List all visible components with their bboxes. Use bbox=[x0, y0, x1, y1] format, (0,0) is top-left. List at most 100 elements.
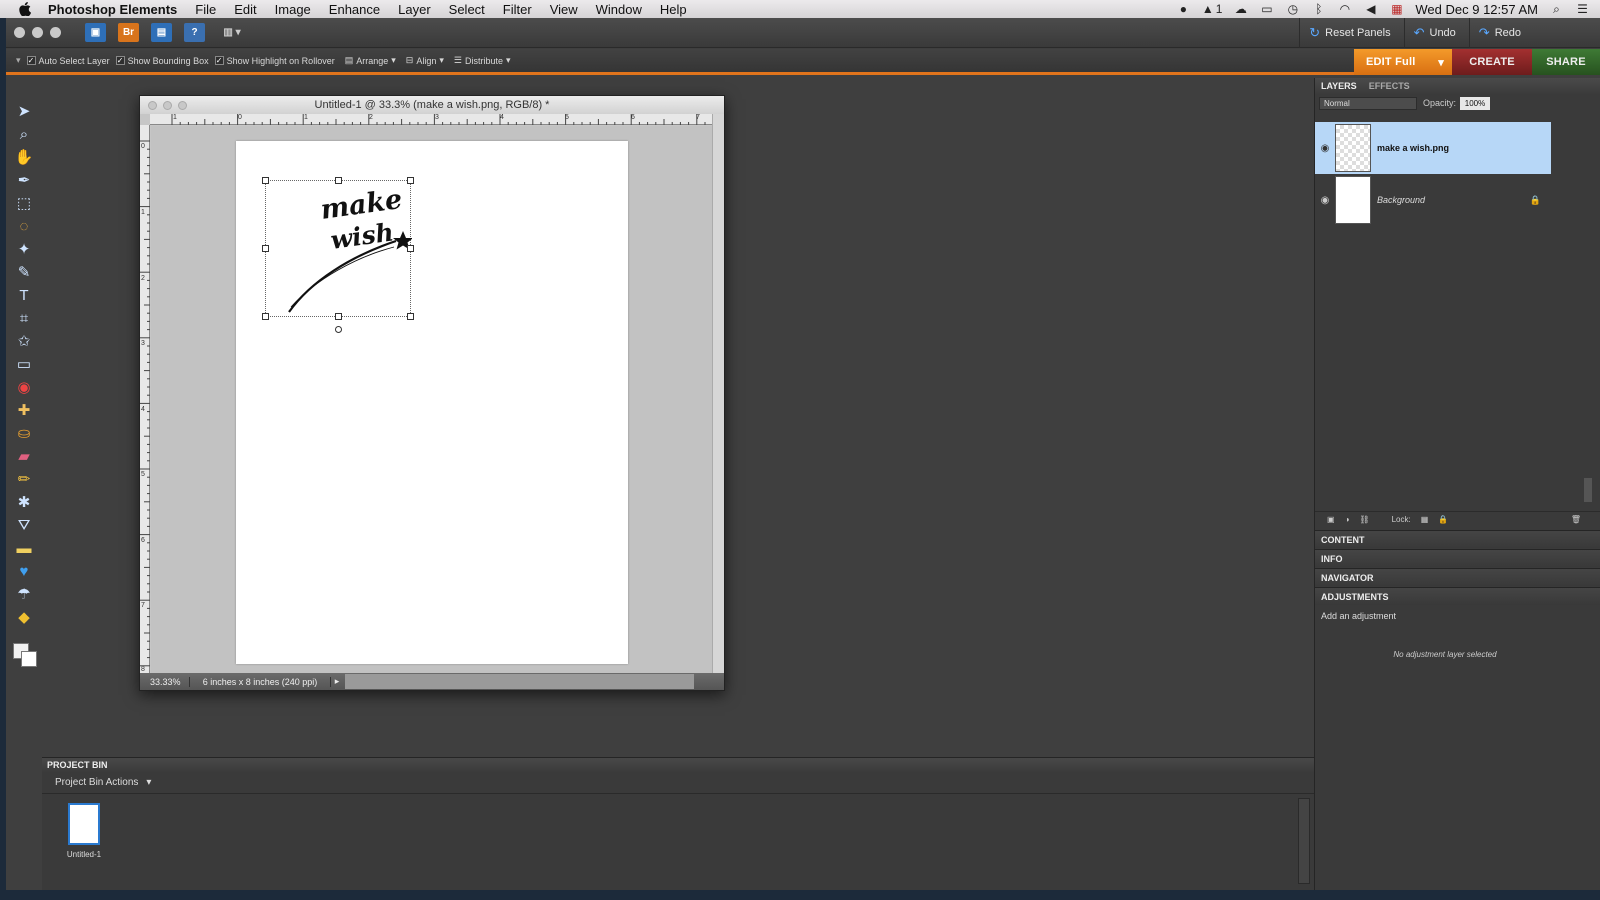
healing-brush-tool-icon[interactable]: ✚ bbox=[13, 399, 35, 421]
horizontal-scrollbar[interactable] bbox=[345, 674, 694, 689]
adobe-icon[interactable]: ▲ 1 bbox=[1202, 2, 1223, 16]
lock-transparency-icon[interactable]: ▦ bbox=[1421, 515, 1429, 524]
type-tool-icon[interactable]: T bbox=[13, 284, 35, 306]
panel-info-header[interactable]: INFO bbox=[1315, 549, 1600, 567]
layer-bounding-box[interactable]: make a wish bbox=[262, 177, 414, 333]
panel-navigator-header[interactable]: NAVIGATOR bbox=[1315, 568, 1600, 586]
menu-file[interactable]: File bbox=[186, 2, 225, 17]
resize-handle-se[interactable] bbox=[407, 313, 414, 320]
magic-wand-tool-icon[interactable]: ✦ bbox=[13, 238, 35, 260]
user-icon[interactable]: ● bbox=[1176, 2, 1191, 16]
highlight-option[interactable]: ✓ Show Highlight on Rollover bbox=[214, 56, 335, 66]
opacity-input[interactable]: 100% bbox=[1460, 96, 1491, 110]
close-document-button[interactable] bbox=[148, 100, 157, 110]
blend-mode-select[interactable]: Normal bbox=[1319, 96, 1417, 110]
resize-handle-ne[interactable] bbox=[407, 177, 414, 184]
new-file-icon[interactable]: ▣ bbox=[85, 23, 106, 42]
visibility-eye-icon[interactable]: ◉ bbox=[1315, 195, 1335, 206]
marquee-tool-icon[interactable]: ⬚ bbox=[13, 192, 35, 214]
shape-tool-icon[interactable]: ♥ bbox=[13, 560, 35, 582]
resize-handle-w[interactable] bbox=[262, 245, 269, 252]
menu-edit[interactable]: Edit bbox=[225, 2, 265, 17]
save-icon[interactable]: ▤ bbox=[151, 23, 172, 42]
help-button[interactable]: ? bbox=[184, 23, 205, 42]
cloud-icon[interactable]: ☁ bbox=[1233, 2, 1248, 16]
resize-handle-n[interactable] bbox=[335, 177, 342, 184]
close-window-button[interactable] bbox=[14, 27, 25, 38]
menu-layer[interactable]: Layer bbox=[389, 2, 440, 17]
flag-icon[interactable]: ▦ bbox=[1389, 2, 1404, 16]
bounding-box-option[interactable]: ✓ Show Bounding Box bbox=[115, 56, 209, 66]
panel-adjustments-header[interactable]: ADJUSTMENTS bbox=[1315, 587, 1600, 605]
resize-handle-s[interactable] bbox=[335, 313, 342, 320]
zoom-level[interactable]: 33.33% bbox=[140, 676, 190, 687]
cookie-cutter-tool-icon[interactable]: ✩ bbox=[13, 330, 35, 352]
auto-select-checkbox[interactable]: ✓ bbox=[26, 56, 36, 65]
menu-select[interactable]: Select bbox=[440, 2, 494, 17]
resize-handle-sw[interactable] bbox=[262, 313, 269, 320]
tab-create[interactable]: CREATE bbox=[1452, 49, 1532, 75]
layers-scrollbar[interactable] bbox=[1584, 478, 1592, 502]
blur-tool-icon[interactable]: ☂ bbox=[13, 583, 35, 605]
crop-tool-icon[interactable]: ⌗ bbox=[13, 307, 35, 329]
paint-bucket-tool-icon[interactable]: ⛛ bbox=[13, 514, 35, 536]
bridge-button[interactable]: Br bbox=[118, 23, 139, 42]
brush-tool-icon[interactable]: ✏ bbox=[13, 468, 35, 490]
straighten-tool-icon[interactable]: ▭ bbox=[13, 353, 35, 375]
menu-help[interactable]: Help bbox=[651, 2, 696, 17]
tab-share[interactable]: SHARE bbox=[1532, 49, 1600, 75]
smart-brush-tool-icon[interactable]: ✱ bbox=[13, 491, 35, 513]
menu-view[interactable]: View bbox=[541, 2, 587, 17]
move-tool-icon[interactable]: ➤ bbox=[13, 100, 35, 122]
lasso-tool-icon[interactable]: ◌ bbox=[13, 215, 35, 237]
adjustment-layer-icon[interactable]: ◑ bbox=[1345, 515, 1350, 524]
new-layer-icon[interactable]: ▣ bbox=[1327, 515, 1335, 524]
resize-handle-nw[interactable] bbox=[262, 177, 269, 184]
layer-row-background[interactable]: ◉ Background 🔒 bbox=[1315, 174, 1551, 226]
zoom-document-button[interactable] bbox=[178, 100, 187, 110]
tab-edit-full[interactable]: EDIT Full ▾ bbox=[1354, 49, 1452, 75]
notification-center-icon[interactable]: ☰ bbox=[1575, 2, 1590, 16]
layout-icon[interactable]: ▥ ▾ bbox=[217, 23, 247, 42]
airplay-icon[interactable]: ▭ bbox=[1259, 2, 1274, 16]
menu-app-name[interactable]: Photoshop Elements bbox=[46, 2, 186, 17]
apple-menu-icon[interactable] bbox=[16, 0, 34, 18]
link-layers-icon[interactable]: ⛓ bbox=[1359, 515, 1369, 524]
distribute-dropdown[interactable]: ☰ Distribute ▾ bbox=[454, 55, 511, 66]
sponge-tool-icon[interactable]: ◆ bbox=[13, 606, 35, 628]
rotate-handle[interactable] bbox=[335, 326, 342, 333]
project-bin-item[interactable]: Untitled-1 bbox=[66, 803, 102, 859]
bounding-box-checkbox[interactable]: ✓ bbox=[115, 56, 125, 65]
resize-handle-e[interactable] bbox=[407, 245, 414, 252]
redo-button[interactable]: ↷ Redo bbox=[1468, 18, 1530, 48]
gradient-tool-icon[interactable]: ▬ bbox=[13, 537, 35, 559]
menu-window[interactable]: Window bbox=[587, 2, 651, 17]
undo-button[interactable]: ↶ Undo bbox=[1403, 18, 1465, 48]
canvas-area[interactable]: make a wish bbox=[151, 126, 713, 674]
options-menu-icon[interactable]: ▾ bbox=[16, 55, 21, 66]
project-bin-header[interactable]: PROJECT BIN bbox=[42, 758, 1314, 772]
vertical-scrollbar[interactable] bbox=[712, 114, 724, 675]
delete-layer-icon[interactable]: 🗑 bbox=[1571, 515, 1581, 524]
align-dropdown[interactable]: ⊟ Align ▾ bbox=[406, 55, 444, 66]
time-machine-icon[interactable]: ◷ bbox=[1285, 2, 1300, 16]
tab-effects[interactable]: EFFECTS bbox=[1369, 81, 1410, 91]
spotlight-icon[interactable]: ⌕ bbox=[1549, 2, 1564, 16]
eraser-tool-icon[interactable]: ▰ bbox=[13, 445, 35, 467]
status-menu-arrow-icon[interactable]: ▸ bbox=[331, 676, 343, 687]
quick-selection-tool-icon[interactable]: ✎ bbox=[13, 261, 35, 283]
color-swatches[interactable] bbox=[9, 635, 39, 669]
lock-all-icon[interactable]: 🔒 bbox=[1438, 515, 1448, 524]
hand-tool-icon[interactable]: ✋ bbox=[13, 146, 35, 168]
project-bin-scrollbar[interactable] bbox=[1298, 798, 1310, 884]
menu-image[interactable]: Image bbox=[266, 2, 320, 17]
tab-layers[interactable]: LAYERS bbox=[1321, 81, 1357, 91]
highlight-checkbox[interactable]: ✓ bbox=[214, 56, 224, 65]
zoom-tool-icon[interactable]: ⌕ bbox=[13, 123, 35, 145]
document-canvas[interactable]: make a wish bbox=[236, 141, 628, 664]
bluetooth-icon[interactable]: ᛒ bbox=[1311, 2, 1326, 16]
red-eye-tool-icon[interactable]: ◉ bbox=[13, 376, 35, 398]
menu-filter[interactable]: Filter bbox=[494, 2, 541, 17]
eyedropper-tool-icon[interactable]: ✒ bbox=[13, 169, 35, 191]
zoom-window-button[interactable] bbox=[50, 27, 61, 38]
